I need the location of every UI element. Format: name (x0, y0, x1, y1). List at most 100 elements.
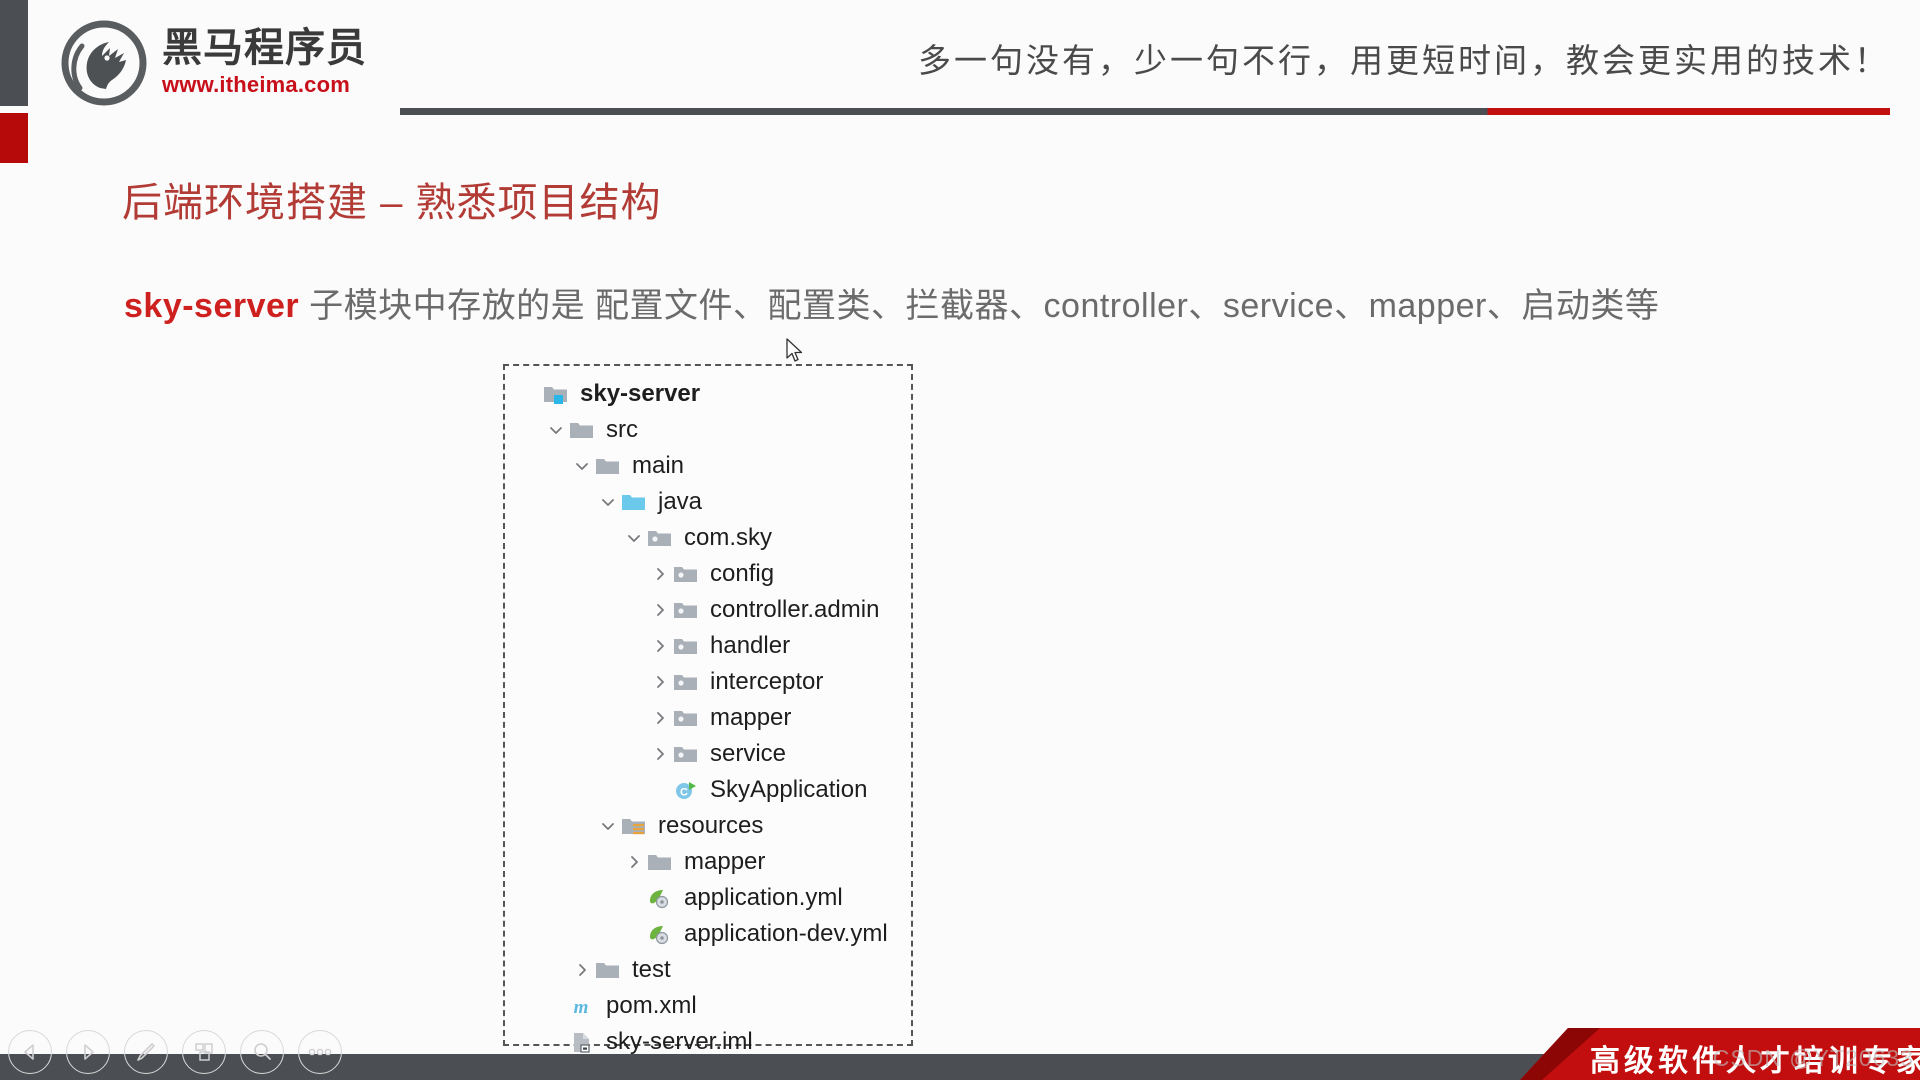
spring-yml-icon (647, 923, 677, 945)
tree-item-label: application-dev.yml (684, 920, 888, 947)
tree-item-label: SkyApplication (710, 776, 868, 803)
module-name-highlight: sky-server (124, 287, 300, 325)
chevron-down-icon[interactable] (595, 495, 621, 509)
tree-item-label: test (632, 956, 671, 983)
magnifier-icon (250, 1040, 274, 1064)
folder-gray-icon (595, 959, 625, 981)
pen-icon (134, 1040, 158, 1064)
chevron-right-icon[interactable] (647, 747, 673, 761)
tree-item-label: src (606, 416, 638, 443)
tree-row[interactable]: test (505, 952, 911, 988)
left-edge-red-bar (0, 113, 28, 163)
package-folder-icon (673, 671, 703, 693)
tree-row[interactable]: C SkyApplication (505, 772, 911, 808)
folder-gray-icon (647, 851, 677, 873)
horse-head-logo-icon (60, 18, 148, 106)
tree-item-label: config (710, 560, 775, 587)
spring-yml-icon (647, 887, 677, 909)
tree-row[interactable]: service (505, 736, 911, 772)
tree-row[interactable]: com.sky (505, 520, 911, 556)
spring-boot-class-icon: C (673, 779, 703, 801)
resources-folder-icon (621, 815, 651, 837)
tree-item-label: resources (658, 812, 764, 839)
svg-text:C: C (680, 787, 688, 799)
tree-row[interactable]: src (505, 412, 911, 448)
package-folder-icon (673, 635, 703, 657)
tree-item-label: application.yml (684, 884, 843, 911)
training-banner: 高级软件人才培训专家 CSDN @YT20633 (1520, 1028, 1920, 1080)
module-folder-icon (543, 383, 573, 405)
tree-item-label: main (632, 452, 685, 479)
tree-item-label: java (658, 488, 703, 515)
package-folder-icon (673, 599, 703, 621)
pen-button[interactable] (124, 1030, 168, 1074)
tree-item-label: mapper (710, 704, 792, 731)
triangle-right-icon (78, 1042, 98, 1062)
tree-item-label: sky-server.iml (606, 1028, 753, 1055)
tree-row[interactable]: interceptor (505, 664, 911, 700)
tree-row[interactable]: application-dev.yml (505, 916, 911, 952)
brand-logo: 黑马程序员 www.itheima.com (60, 18, 367, 106)
svg-text:m: m (574, 997, 589, 1017)
header-divider-rule (400, 108, 1890, 115)
tree-row[interactable]: m pom.xml (505, 988, 911, 1024)
mouse-cursor-icon (786, 338, 804, 364)
chevron-right-icon[interactable] (647, 603, 673, 617)
tree-item-label: sky-server (580, 380, 701, 407)
package-folder-icon (673, 563, 703, 585)
tree-row[interactable]: mapper (505, 700, 911, 736)
chevron-down-icon[interactable] (621, 531, 647, 545)
tree-item-label: mapper (684, 848, 766, 875)
more-options-button[interactable] (298, 1030, 342, 1074)
ellipsis-icon (307, 1047, 333, 1057)
slides-overview-button[interactable] (182, 1030, 226, 1074)
tree-row[interactable]: application.yml (505, 880, 911, 916)
presentation-toolbar (8, 1030, 342, 1074)
csdn-watermark: CSDN @YT20633 (1712, 1045, 1914, 1071)
tree-row[interactable]: resources (505, 808, 911, 844)
project-tree-panel: sky-server src main java com.sky config contro… (503, 364, 913, 1054)
package-folder-icon (647, 527, 677, 549)
slide-description-line: sky-server 子模块中存放的是 配置文件、配置类、拦截器、control… (124, 278, 1659, 327)
tree-row[interactable]: controller.admin (505, 592, 911, 628)
tree-row[interactable]: main (505, 448, 911, 484)
tree-row[interactable]: mapper (505, 844, 911, 880)
zoom-button[interactable] (240, 1030, 284, 1074)
tree-row[interactable]: java (505, 484, 911, 520)
package-folder-icon (673, 707, 703, 729)
tree-item-label: pom.xml (606, 992, 697, 1019)
chevron-right-icon[interactable] (647, 639, 673, 653)
chevron-right-icon[interactable] (647, 675, 673, 689)
tree-row[interactable]: config (505, 556, 911, 592)
prev-slide-button[interactable] (8, 1030, 52, 1074)
folder-gray-icon (569, 419, 599, 441)
module-description-text: 子模块中存放的是 配置文件、配置类、拦截器、controller、service… (299, 287, 1660, 325)
next-slide-button[interactable] (66, 1030, 110, 1074)
chevron-right-icon[interactable] (569, 963, 595, 977)
tree-row[interactable]: handler (505, 628, 911, 664)
tree-item-label: interceptor (710, 668, 824, 695)
logo-chinese-name: 黑马程序员 (162, 25, 367, 71)
slide-header: 黑马程序员 www.itheima.com 多一句没有，少一句不行，用更短时间，… (0, 0, 1920, 120)
page-title: 后端环境搭建 – 熟悉项目结构 (122, 181, 662, 225)
header-tagline: 多一句没有，少一句不行，用更短时间，教会更实用的技术！ (918, 44, 1890, 80)
chevron-down-icon[interactable] (543, 423, 569, 437)
tree-row[interactable]: sky-server (505, 376, 911, 412)
tree-item-label: com.sky (684, 524, 773, 551)
chevron-down-icon[interactable] (595, 819, 621, 833)
triangle-left-icon (20, 1042, 40, 1062)
tree-item-label: handler (710, 632, 791, 659)
chevron-right-icon[interactable] (647, 567, 673, 581)
slides-grid-icon (192, 1040, 216, 1064)
iml-file-icon (569, 1031, 599, 1053)
folder-blue-icon (621, 491, 651, 513)
logo-website-url: www.itheima.com (162, 72, 351, 97)
chevron-down-icon[interactable] (569, 459, 595, 473)
package-folder-icon (673, 743, 703, 765)
maven-icon: m (569, 995, 599, 1017)
chevron-right-icon[interactable] (621, 855, 647, 869)
tree-item-label: controller.admin (710, 596, 880, 623)
chevron-right-icon[interactable] (647, 711, 673, 725)
tree-item-label: service (710, 740, 787, 767)
folder-gray-icon (595, 455, 625, 477)
